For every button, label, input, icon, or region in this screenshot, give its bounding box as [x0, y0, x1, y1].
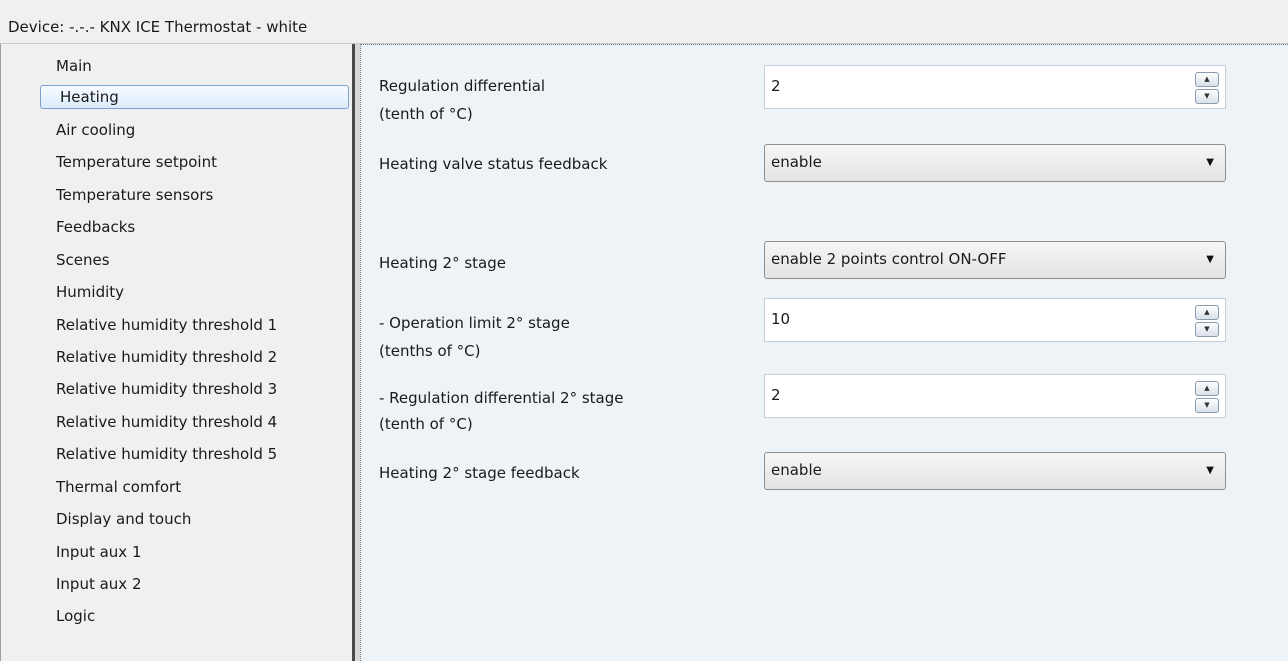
operation-limit-spinbox[interactable]: 10 ▲ ▼ — [764, 298, 1226, 342]
sidebar-item-scenes[interactable]: Scenes — [56, 248, 110, 272]
sidebar-item-thermal-comfort[interactable]: Thermal comfort — [56, 475, 181, 499]
sidebar-item-input-aux-2[interactable]: Input aux 2 — [56, 572, 142, 596]
sidebar-item-main[interactable]: Main — [56, 54, 92, 78]
sidebar-item-rh-threshold-2[interactable]: Relative humidity threshold 2 — [56, 345, 277, 369]
triangle-up-icon[interactable]: ▲ — [1195, 381, 1219, 396]
heating-stage2-dropdown[interactable]: enable 2 points control ON-OFF ▼ — [764, 241, 1226, 279]
regulation-differential-2-spinbox[interactable]: 2 ▲ ▼ — [764, 374, 1226, 418]
sidebar-item-rh-threshold-4[interactable]: Relative humidity threshold 4 — [56, 410, 277, 434]
title-bar: Device: -.-.- KNX ICE Thermostat - white — [0, 0, 1288, 44]
sidebar-item-rh-threshold-1[interactable]: Relative humidity threshold 1 — [56, 313, 277, 337]
heating-valve-feedback-label: Heating valve status feedback — [379, 155, 608, 173]
heating-stage2-label: Heating 2° stage — [379, 254, 506, 272]
heating-stage2-value: enable 2 points control ON-OFF — [771, 250, 1007, 268]
triangle-down-icon[interactable]: ▼ — [1195, 89, 1219, 104]
triangle-down-icon[interactable]: ▼ — [1195, 322, 1219, 337]
regulation-differential-2-value[interactable]: 2 — [771, 385, 781, 405]
sidebar-item-display-touch[interactable]: Display and touch — [56, 507, 191, 531]
regulation-differential-label: Regulation differential — [379, 77, 546, 95]
chevron-down-icon[interactable]: ▼ — [1206, 465, 1214, 476]
regulation-differential-2-unit-label: (tenth of °C) — [379, 415, 473, 433]
sidebar-item-input-aux-1[interactable]: Input aux 1 — [56, 540, 142, 564]
chevron-down-icon[interactable]: ▼ — [1206, 157, 1214, 168]
operation-limit-label: - Operation limit 2° stage — [379, 314, 570, 332]
sidebar-item-rh-threshold-3[interactable]: Relative humidity threshold 3 — [56, 377, 277, 401]
sidebar-item-rh-threshold-5[interactable]: Relative humidity threshold 5 — [56, 442, 277, 466]
sidebar-item-temperature-sensors[interactable]: Temperature sensors — [56, 183, 213, 207]
regulation-differential-unit-label: (tenth of °C) — [379, 105, 473, 123]
heating-valve-feedback-value: enable — [771, 153, 822, 171]
parameters-panel — [360, 44, 1288, 661]
triangle-down-icon[interactable]: ▼ — [1195, 398, 1219, 413]
sidebar-item-logic[interactable]: Logic — [56, 604, 95, 628]
heating-stage2-feedback-value: enable — [771, 461, 822, 479]
heating-stage2-feedback-dropdown[interactable]: enable ▼ — [764, 452, 1226, 490]
sidebar-item-feedbacks[interactable]: Feedbacks — [56, 215, 135, 239]
heating-stage2-feedback-label: Heating 2° stage feedback — [379, 464, 580, 482]
triangle-up-icon[interactable]: ▲ — [1195, 305, 1219, 320]
regulation-differential-spinbox[interactable]: 2 ▲ ▼ — [764, 65, 1226, 109]
operation-limit-unit-label: (tenths of °C) — [379, 342, 481, 360]
regulation-differential-2-label: - Regulation differential 2° stage — [379, 389, 624, 407]
operation-limit-value[interactable]: 10 — [771, 309, 790, 329]
chevron-down-icon[interactable]: ▼ — [1206, 254, 1214, 265]
sidebar-item-humidity[interactable]: Humidity — [56, 280, 124, 304]
triangle-up-icon[interactable]: ▲ — [1195, 72, 1219, 87]
sidebar-item-air-cooling[interactable]: Air cooling — [56, 118, 135, 142]
sidebar: Main Heating Air cooling Temperature set… — [0, 44, 352, 661]
sidebar-item-temperature-setpoint[interactable]: Temperature setpoint — [56, 150, 217, 174]
window-title: Device: -.-.- KNX ICE Thermostat - white — [8, 18, 308, 36]
regulation-differential-value[interactable]: 2 — [771, 76, 781, 96]
heating-valve-feedback-dropdown[interactable]: enable ▼ — [764, 144, 1226, 182]
sidebar-item-heating[interactable]: Heating — [40, 85, 349, 109]
